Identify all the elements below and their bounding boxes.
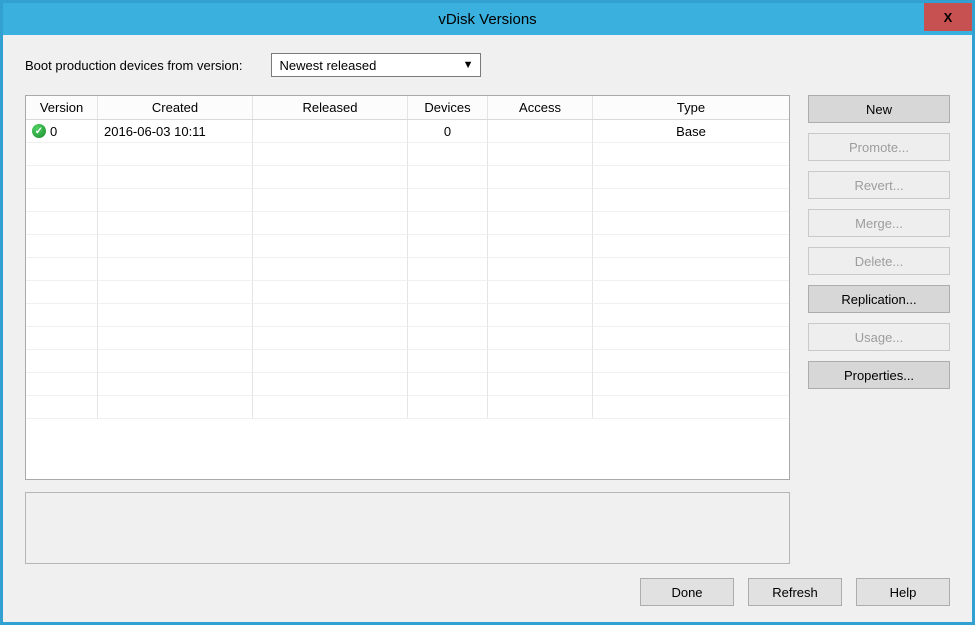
titlebar: vDisk Versions X [3,3,972,35]
table-row [26,350,789,373]
cell-version: ✓ 0 [26,120,98,143]
side-buttons: New Promote... Revert... Merge... Delete… [808,95,950,564]
boot-row: Boot production devices from version: Ne… [25,53,950,77]
col-access[interactable]: Access [488,96,593,119]
versions-grid[interactable]: Version Created Released Devices Access … [25,95,790,480]
close-button[interactable]: X [924,3,972,31]
chevron-down-icon: ▼ [463,59,474,71]
vdisk-versions-window: vDisk Versions X Boot production devices… [0,0,975,625]
help-button[interactable]: Help [856,578,950,606]
revert-button: Revert... [808,171,950,199]
properties-button[interactable]: Properties... [808,361,950,389]
refresh-button[interactable]: Refresh [748,578,842,606]
cell-type: Base [593,120,789,143]
check-circle-icon: ✓ [32,124,46,138]
cell-devices: 0 [408,120,488,143]
grid-wrap: Version Created Released Devices Access … [25,95,790,564]
col-devices[interactable]: Devices [408,96,488,119]
replication-button[interactable]: Replication... [808,285,950,313]
table-row [26,373,789,396]
cell-released [253,120,408,143]
table-row [26,166,789,189]
col-type[interactable]: Type [593,96,789,119]
middle-area: Version Created Released Devices Access … [25,95,950,564]
table-row [26,327,789,350]
table-row [26,281,789,304]
usage-button: Usage... [808,323,950,351]
boot-label: Boot production devices from version: [25,58,243,73]
new-button[interactable]: New [808,95,950,123]
table-row [26,189,789,212]
client-area: Boot production devices from version: Ne… [3,35,972,622]
table-row [26,235,789,258]
done-button[interactable]: Done [640,578,734,606]
table-row [26,396,789,419]
bottom-buttons: Done Refresh Help [25,578,950,606]
table-row [26,143,789,166]
details-pane [25,492,790,564]
delete-button: Delete... [808,247,950,275]
table-row[interactable]: ✓ 0 2016-06-03 10:11 0 Base [26,120,789,143]
window-title: vDisk Versions [438,11,536,28]
merge-button: Merge... [808,209,950,237]
boot-version-selected: Newest released [280,58,377,73]
promote-button: Promote... [808,133,950,161]
table-row [26,258,789,281]
col-version[interactable]: Version [26,96,98,119]
boot-version-select[interactable]: Newest released ▼ [271,53,481,77]
col-created[interactable]: Created [98,96,253,119]
table-row [26,212,789,235]
cell-created: 2016-06-03 10:11 [98,120,253,143]
grid-header-row: Version Created Released Devices Access … [26,96,789,120]
cell-version-text: 0 [50,124,57,139]
grid-body: ✓ 0 2016-06-03 10:11 0 Base [26,120,789,479]
col-released[interactable]: Released [253,96,408,119]
close-icon: X [944,10,953,25]
cell-access [488,120,593,143]
table-row [26,304,789,327]
